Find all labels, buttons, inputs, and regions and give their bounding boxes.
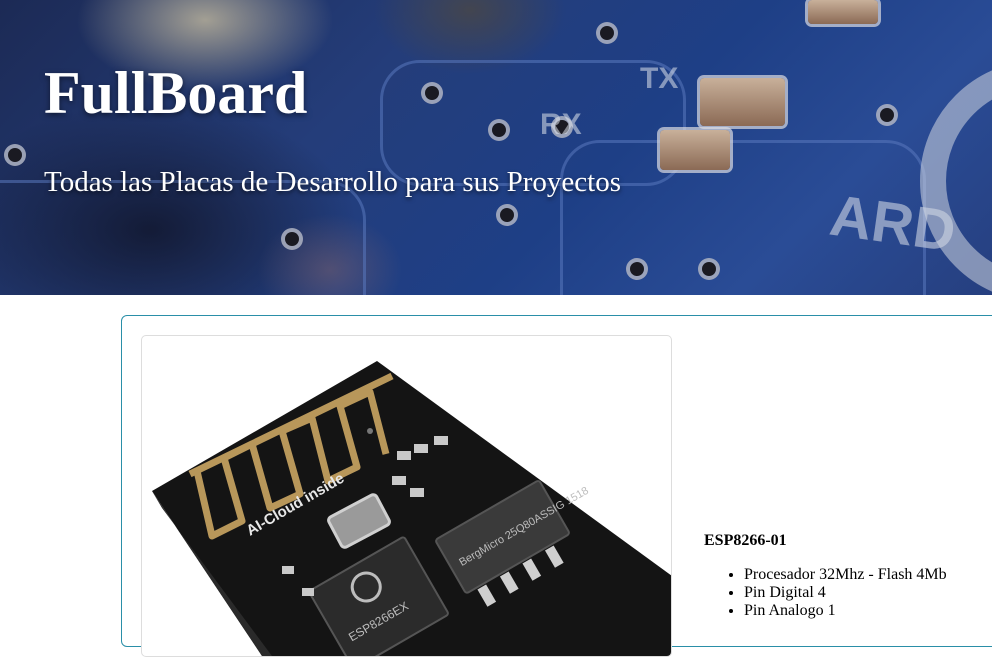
spec-list: Procesador 32Mhz - Flash 4Mb Pin Digital… (704, 566, 992, 620)
product-image[interactable]: AI-Cloud inside ESP8266EX BergMicro 25Q8… (141, 335, 672, 657)
product-name: ESP8266-01 (704, 532, 787, 549)
list-item: Pin Analogo 1 (744, 602, 992, 620)
esp8266-board-illustration: AI-Cloud inside ESP8266EX BergMicro 25Q8… (152, 361, 671, 656)
product-card: AI-Cloud inside ESP8266EX BergMicro 25Q8… (121, 315, 992, 657)
list-item: Procesador 32Mhz - Flash 4Mb (744, 566, 992, 584)
hero-banner: ARD TX RX FullBoard Todas las Placas de … (0, 0, 992, 295)
product-info: ESP8266-01 Procesador 32Mhz - Flash 4Mb … (704, 532, 992, 620)
list-item: Pin Digital 4 (744, 584, 992, 602)
site-subtitle: Todas las Placas de Desarrollo para sus … (44, 166, 622, 198)
site-title: FullBoard (44, 60, 308, 126)
